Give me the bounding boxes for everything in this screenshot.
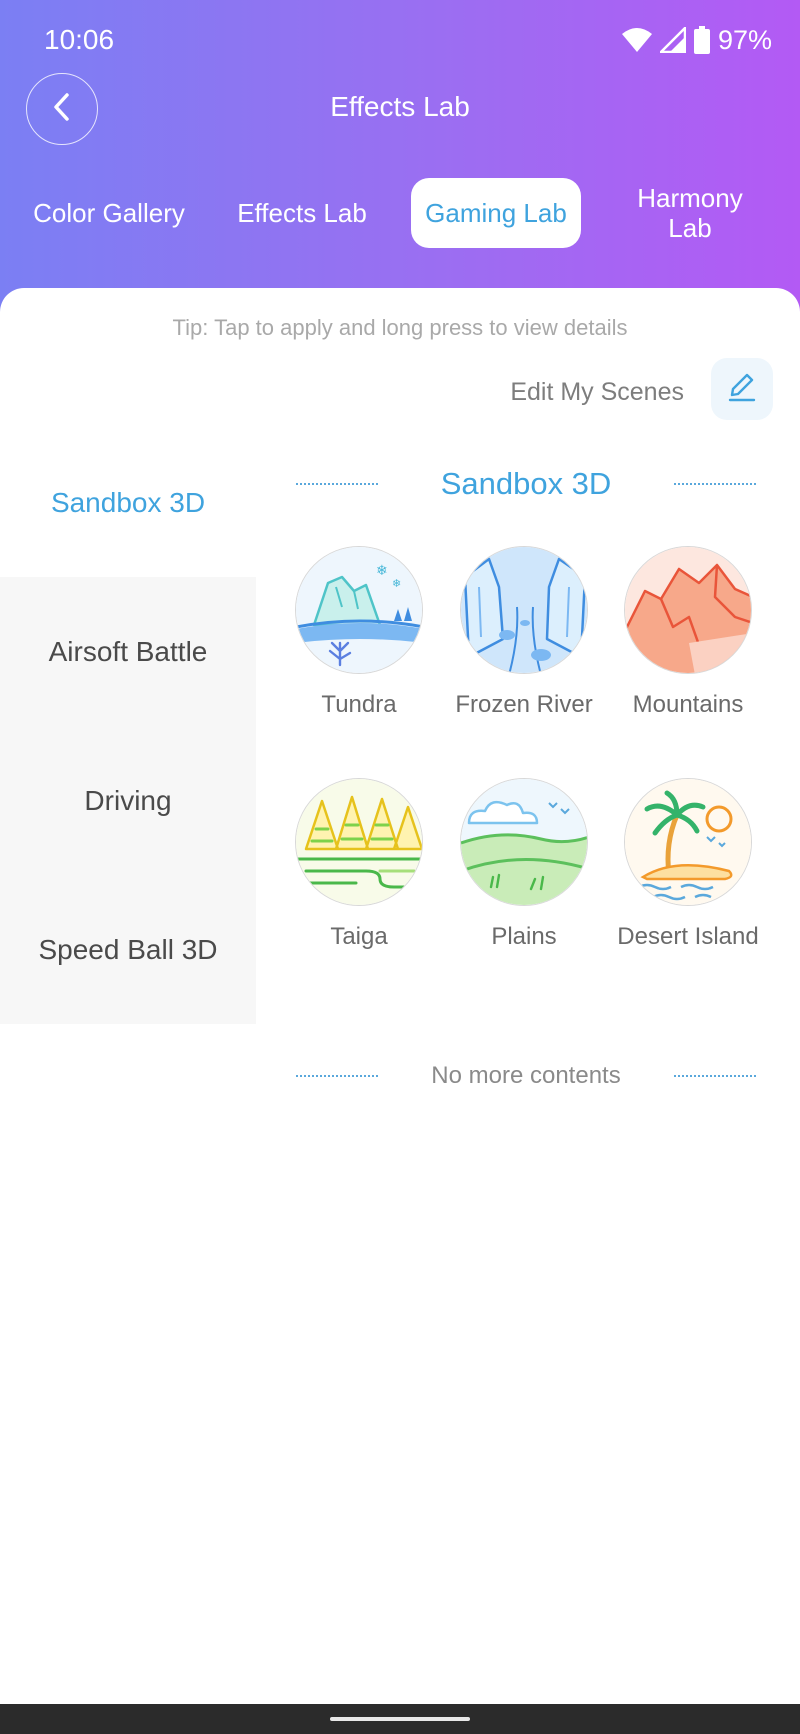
sidebar-item-sandbox-3d[interactable]: Sandbox 3D [0, 428, 256, 577]
plains-icon [460, 778, 588, 906]
tab-gaming-lab[interactable]: Gaming Lab [411, 178, 581, 248]
header: 10:06 97% Effects Lab Color Gallery Effe… [0, 0, 800, 320]
taiga-icon [295, 778, 423, 906]
tab-bar: Color Gallery Effects Lab Gaming Lab Har… [0, 178, 800, 250]
tundra-icon: ❄ ❄ [295, 546, 423, 674]
scene-taiga[interactable]: Taiga [274, 778, 444, 951]
end-of-list: No more contents [296, 1058, 756, 1094]
scene-frozen-river[interactable]: Frozen River [439, 546, 609, 719]
tab-color-gallery[interactable]: Color Gallery [20, 178, 198, 248]
status-time: 10:06 [44, 24, 115, 55]
sidebar-item-driving[interactable]: Driving [0, 726, 256, 875]
frozen-river-icon [460, 546, 588, 674]
tab-effects-lab[interactable]: Effects Lab [226, 178, 378, 248]
pencil-icon [725, 370, 759, 409]
battery-icon [693, 26, 710, 54]
desert-island-icon [624, 778, 752, 906]
system-nav-bar [0, 1704, 800, 1734]
home-indicator[interactable] [330, 1717, 470, 1721]
end-of-list-text: No more contents [431, 1062, 621, 1089]
scene-label: Desert Island [617, 923, 759, 950]
wifi-icon [621, 27, 652, 53]
status-bar: 10:06 97% [0, 0, 800, 80]
sidebar-item-airsoft-battle[interactable]: Airsoft Battle [0, 577, 256, 726]
scene-label: Mountains [632, 691, 744, 718]
mountains-icon [624, 546, 752, 674]
divider-left [296, 1075, 378, 1077]
category-sidebar: Sandbox 3D Airsoft Battle Driving Speed … [0, 428, 256, 1024]
section-header: Sandbox 3D [296, 464, 756, 504]
divider-right [674, 483, 756, 485]
edit-scenes-label[interactable]: Edit My Scenes [510, 378, 684, 407]
content-panel: Tip: Tap to apply and long press to view… [0, 288, 800, 1704]
battery-percent: 97% [717, 24, 772, 55]
scene-label: Tundra [321, 691, 397, 718]
scene-plains[interactable]: Plains [439, 778, 609, 951]
scene-desert-island[interactable]: Desert Island [603, 778, 773, 951]
page-title: Effects Lab [330, 91, 470, 122]
scene-label: Taiga [330, 923, 388, 950]
scene-label: Plains [491, 923, 557, 950]
divider-right [673, 1075, 756, 1077]
scene-tundra[interactable]: ❄ ❄ Tundra [274, 546, 444, 719]
svg-text:❄: ❄ [376, 563, 388, 579]
edit-scenes-button[interactable] [711, 358, 773, 420]
status-icons: 97% [621, 24, 772, 56]
sidebar-item-speed-ball-3d[interactable]: Speed Ball 3D [0, 875, 256, 1024]
section-title: Sandbox 3D [440, 466, 612, 501]
scene-label: Frozen River [455, 691, 593, 718]
tab-harmony-lab[interactable]: Harmony Lab [624, 178, 756, 248]
tip-text: Tip: Tap to apply and long press to view… [172, 315, 628, 340]
divider-left [296, 483, 378, 485]
signal-icon [659, 27, 686, 53]
svg-text:❄: ❄ [392, 577, 401, 590]
scene-mountains[interactable]: Mountains [603, 546, 773, 719]
